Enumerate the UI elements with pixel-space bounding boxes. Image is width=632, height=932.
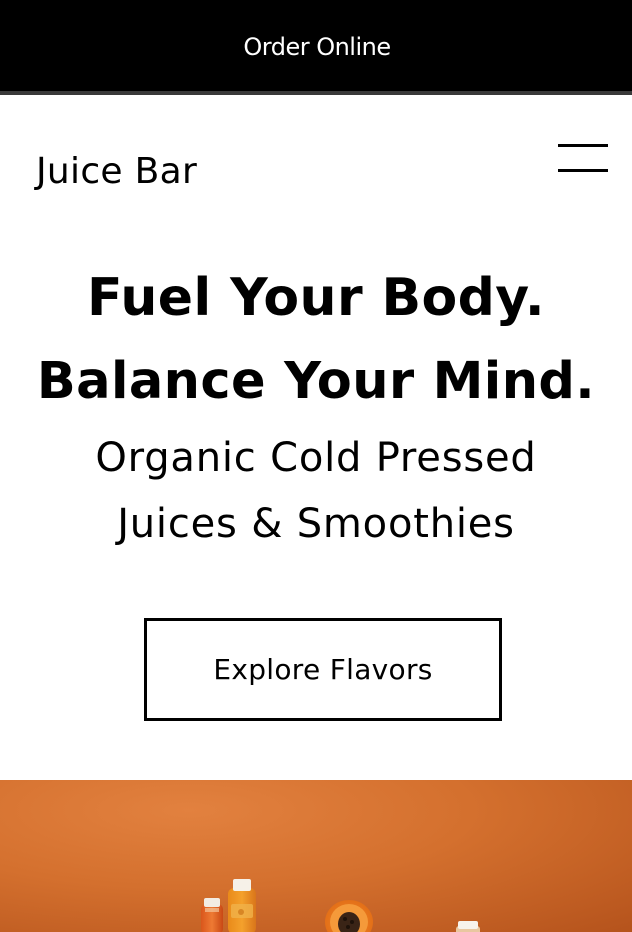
site-logo[interactable]: Juice Bar bbox=[36, 150, 197, 194]
menu-bar-bottom bbox=[558, 169, 608, 172]
hero-subhead-line1: Organic Cold Pressed bbox=[95, 435, 537, 481]
juice-bottle-small bbox=[201, 898, 223, 932]
explore-flavors-label: Explore Flavors bbox=[213, 653, 433, 686]
hero-subhead-line2: Juices & Smoothies bbox=[117, 501, 515, 547]
page: Order Online Juice Bar Fuel Your Body. B… bbox=[0, 0, 632, 932]
papaya-half bbox=[325, 900, 373, 932]
explore-flavors-button[interactable]: Explore Flavors bbox=[144, 618, 502, 721]
juice-bottle-right bbox=[456, 921, 480, 932]
order-online-label: Order Online bbox=[243, 32, 391, 61]
juice-bottle-tall bbox=[228, 879, 256, 932]
hero-headline-line1: Fuel Your Body. bbox=[87, 268, 545, 328]
menu-bar-top bbox=[558, 144, 608, 147]
order-online-banner[interactable]: Order Online bbox=[0, 0, 632, 91]
banner-divider bbox=[0, 91, 632, 95]
juice-bottles-illustration bbox=[201, 879, 480, 932]
hamburger-menu-icon[interactable] bbox=[554, 140, 612, 178]
hero-product-image bbox=[0, 780, 632, 932]
hero-headline-line2: Balance Your Mind. bbox=[36, 352, 596, 411]
